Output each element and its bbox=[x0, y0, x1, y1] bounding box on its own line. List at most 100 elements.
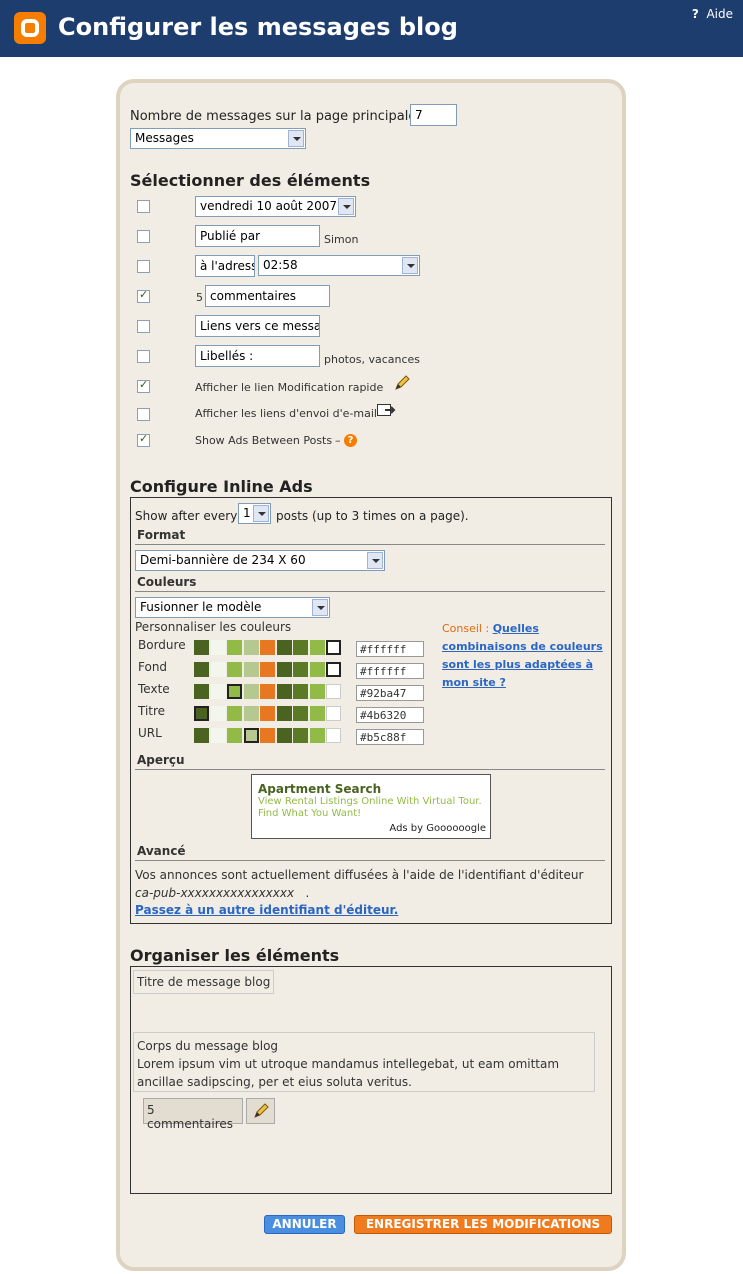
color-hex-input[interactable]: #ffffff bbox=[356, 641, 424, 657]
color-swatch[interactable] bbox=[227, 706, 242, 721]
links-checkbox[interactable] bbox=[137, 320, 150, 333]
show-ads-checkbox[interactable] bbox=[137, 432, 150, 447]
show-after-select[interactable]: 1 bbox=[238, 503, 271, 524]
help-link[interactable]: ? Aide bbox=[692, 7, 733, 21]
publisher-id: ca-pub-xxxxxxxxxxxxxxxx bbox=[135, 886, 295, 900]
color-swatch[interactable] bbox=[260, 662, 275, 677]
chevron-down-icon bbox=[402, 257, 418, 274]
color-row-label: Fond bbox=[138, 660, 168, 674]
chevron-down-icon bbox=[253, 505, 269, 522]
quick-edit-checkbox[interactable] bbox=[137, 378, 150, 393]
color-swatch[interactable] bbox=[276, 662, 292, 677]
color-swatch[interactable] bbox=[326, 728, 341, 743]
email-links-checkbox[interactable] bbox=[137, 408, 150, 421]
color-swatch[interactable] bbox=[210, 728, 226, 743]
color-swatch[interactable] bbox=[227, 662, 242, 677]
color-swatch[interactable] bbox=[260, 684, 275, 699]
color-swatch[interactable] bbox=[260, 728, 275, 743]
color-swatch[interactable] bbox=[293, 640, 308, 655]
color-swatch[interactable] bbox=[309, 640, 325, 655]
posted-by-checkbox[interactable] bbox=[137, 230, 150, 243]
posts-count-input[interactable]: 7 bbox=[410, 104, 457, 126]
divider bbox=[135, 860, 605, 861]
edit-comments-button[interactable] bbox=[246, 1098, 275, 1124]
blogger-logo-icon bbox=[14, 12, 46, 44]
post-body-block[interactable]: Corps du message blog Lorem ipsum vim ut… bbox=[133, 1032, 595, 1092]
color-hex-input[interactable]: #92ba47 bbox=[356, 685, 424, 701]
select-elements-heading: Sélectionner des éléments bbox=[130, 171, 371, 190]
chevron-down-icon bbox=[338, 198, 354, 215]
author-name: Simon bbox=[324, 233, 359, 246]
color-swatch[interactable] bbox=[276, 640, 292, 655]
color-swatch[interactable] bbox=[326, 662, 341, 677]
comments-checkbox[interactable] bbox=[137, 288, 150, 303]
color-swatch[interactable] bbox=[276, 706, 292, 721]
quick-edit-label: Afficher le lien Modification rapide bbox=[195, 381, 384, 394]
color-swatch[interactable] bbox=[210, 684, 226, 699]
help-icon: ? bbox=[691, 7, 699, 21]
comments-block[interactable]: 5 commentaires bbox=[143, 1098, 243, 1131]
color-swatch[interactable] bbox=[260, 640, 275, 655]
cancel-button[interactable]: ANNULER bbox=[264, 1215, 345, 1234]
color-swatch[interactable] bbox=[227, 684, 242, 699]
posts-unit-select[interactable]: Messages bbox=[130, 128, 306, 149]
time-prefix-input[interactable]: à l'adress bbox=[195, 255, 255, 277]
color-swatch[interactable] bbox=[293, 684, 308, 699]
tip-prefix: Conseil : bbox=[442, 622, 490, 635]
color-swatch[interactable] bbox=[243, 728, 259, 743]
color-swatch[interactable] bbox=[309, 684, 325, 699]
date-format-select[interactable]: vendredi 10 août 2007 bbox=[195, 196, 356, 217]
color-row-label: Bordure bbox=[138, 638, 186, 652]
chevron-down-icon bbox=[312, 599, 328, 616]
posted-by-input[interactable]: Publié par bbox=[195, 225, 320, 247]
color-swatch[interactable] bbox=[194, 662, 209, 677]
labels-checkbox[interactable] bbox=[137, 350, 150, 363]
color-swatch[interactable] bbox=[227, 728, 242, 743]
labels-input[interactable]: Libellés : bbox=[195, 345, 320, 367]
ad-format-select[interactable]: Demi-bannière de 234 X 60 bbox=[135, 550, 385, 571]
color-scheme-select[interactable]: Fusionner le modèle bbox=[135, 597, 330, 618]
color-swatch[interactable] bbox=[293, 662, 308, 677]
color-swatch[interactable] bbox=[326, 640, 341, 655]
color-swatch[interactable] bbox=[326, 706, 341, 721]
color-swatch[interactable] bbox=[243, 640, 259, 655]
help-circle-icon[interactable]: ? bbox=[344, 434, 357, 447]
color-hex-input[interactable]: #ffffff bbox=[356, 663, 424, 679]
color-swatch[interactable] bbox=[293, 706, 308, 721]
comments-input[interactable]: commentaires bbox=[205, 285, 330, 307]
time-format-select[interactable]: 02:58 bbox=[258, 255, 420, 276]
divider bbox=[135, 544, 605, 545]
color-swatch[interactable] bbox=[194, 728, 209, 743]
color-swatch[interactable] bbox=[194, 684, 209, 699]
color-swatch[interactable] bbox=[194, 640, 209, 655]
color-swatch[interactable] bbox=[243, 684, 259, 699]
preview-heading: Aperçu bbox=[137, 753, 185, 767]
color-swatch[interactable] bbox=[309, 706, 325, 721]
color-swatch[interactable] bbox=[276, 684, 292, 699]
links-input[interactable]: Liens vers ce messa bbox=[195, 315, 320, 337]
color-swatch[interactable] bbox=[309, 662, 325, 677]
color-swatch[interactable] bbox=[309, 728, 325, 743]
color-swatch[interactable] bbox=[243, 662, 259, 677]
colors-heading: Couleurs bbox=[137, 575, 197, 589]
date-checkbox[interactable] bbox=[137, 200, 150, 213]
ad-preview-body: View Rental Listings Online With Virtual… bbox=[258, 796, 482, 819]
color-swatch[interactable] bbox=[210, 662, 226, 677]
color-hex-input[interactable]: #4b6320 bbox=[356, 707, 424, 723]
color-swatch[interactable] bbox=[260, 706, 275, 721]
color-swatch[interactable] bbox=[194, 706, 209, 721]
color-swatch[interactable] bbox=[227, 640, 242, 655]
inline-ads-heading: Configure Inline Ads bbox=[130, 477, 313, 496]
color-swatch[interactable] bbox=[276, 728, 292, 743]
switch-publisher-link[interactable]: Passez à un autre identifiant d'éditeur. bbox=[135, 903, 398, 917]
color-swatch[interactable] bbox=[326, 684, 341, 699]
color-swatch[interactable] bbox=[210, 640, 226, 655]
color-swatch[interactable] bbox=[243, 706, 259, 721]
color-swatch[interactable] bbox=[293, 728, 308, 743]
post-title-block[interactable]: Titre de message blog bbox=[133, 970, 275, 994]
color-hex-input[interactable]: #b5c88f bbox=[356, 729, 424, 745]
time-checkbox[interactable] bbox=[137, 260, 150, 273]
color-row-label: URL bbox=[138, 726, 162, 740]
save-button[interactable]: ENREGISTRER LES MODIFICATIONS bbox=[354, 1215, 612, 1234]
color-swatch[interactable] bbox=[210, 706, 226, 721]
